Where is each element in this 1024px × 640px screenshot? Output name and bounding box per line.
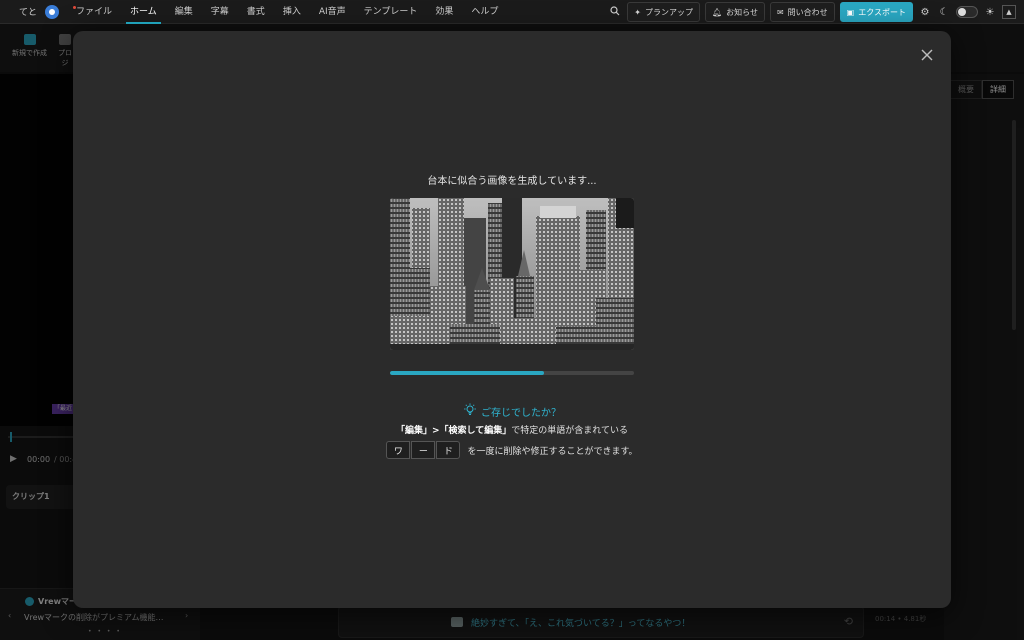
- main-menu: ファイル ホーム 編集 字幕 書式 挿入 AI音声 テンプレート 効果 ヘルプ: [67, 0, 507, 24]
- notifications-button[interactable]: 🔔︎ お知らせ: [704, 2, 765, 22]
- red-dot-icon: [73, 5, 77, 9]
- plan-up-button[interactable]: ✦ プランアップ: [627, 2, 700, 22]
- tip-title: ご存じでしたか？: [481, 408, 561, 419]
- image-generation-dialog: 台本に似合う画像を生成しています... ご存じでしたか？ 「編集」>「検索して編…: [73, 31, 951, 608]
- menu-home[interactable]: ホーム: [121, 0, 166, 24]
- sun-icon: ☀: [985, 6, 995, 18]
- word-chips: ワ ー ド: [386, 441, 461, 459]
- export-icon: ▣: [846, 7, 855, 17]
- topbar-right-tools: ✦ プランアップ 🔔︎ お知らせ ✉ 問い合わせ ▣ エクスポート ⚙ ☾ ☀ …: [608, 2, 1016, 22]
- user-avatar-icon[interactable]: [45, 4, 60, 19]
- sparkle-icon: ✦: [634, 7, 641, 17]
- menu-file[interactable]: ファイル: [67, 0, 121, 24]
- word-chip: ー: [411, 441, 436, 459]
- collapse-icon[interactable]: ▲: [1002, 5, 1016, 19]
- generation-progress-bar: [390, 371, 634, 375]
- word-chip: ド: [436, 441, 461, 459]
- top-menu-bar: てと ファイル ホーム 編集 字幕 書式 挿入 AI音声 テンプレート 効果 ヘ…: [0, 0, 1024, 24]
- tip-line-2-text: を一度に削除や修正することができます。: [467, 446, 638, 457]
- menu-edit[interactable]: 編集: [166, 0, 202, 24]
- close-icon[interactable]: [919, 47, 935, 63]
- search-icon[interactable]: [608, 5, 622, 19]
- menu-insert[interactable]: 挿入: [274, 0, 310, 24]
- progress-fill: [390, 371, 544, 375]
- generated-image: [390, 198, 634, 350]
- lightbulb-icon: [463, 402, 477, 421]
- menu-template[interactable]: テンプレート: [355, 0, 427, 24]
- tip-line-1: 「編集」>「検索して編集」で特定の単語が含まれている: [73, 423, 951, 436]
- tip-line-1-text: で特定の単語が含まれている: [511, 426, 628, 436]
- user-name: てと: [19, 8, 38, 18]
- gear-icon[interactable]: ⚙: [918, 7, 932, 18]
- bell-icon: 🔔︎: [711, 7, 723, 17]
- theme-toggle[interactable]: [956, 6, 978, 18]
- mail-icon: ✉: [776, 7, 784, 17]
- menu-effects[interactable]: 効果: [426, 0, 462, 24]
- menu-subtitle[interactable]: 字幕: [202, 0, 238, 24]
- menu-format[interactable]: 書式: [238, 0, 274, 24]
- export-button[interactable]: ▣ エクスポート: [839, 2, 913, 22]
- moon-icon: ☾: [939, 6, 949, 18]
- tip-menu-path: 「編集」>「検索して編集」: [395, 426, 512, 436]
- generation-title: 台本に似合う画像を生成しています...: [427, 176, 597, 187]
- tip-header: ご存じでしたか？: [73, 402, 951, 421]
- menu-help[interactable]: ヘルプ: [462, 0, 507, 24]
- tip-line-2: ワ ー ド を一度に削除や修正することができます。: [73, 441, 951, 459]
- contact-button[interactable]: ✉ 問い合わせ: [769, 2, 835, 22]
- word-chip: ワ: [386, 441, 411, 459]
- menu-ai-voice[interactable]: AI音声: [310, 0, 355, 24]
